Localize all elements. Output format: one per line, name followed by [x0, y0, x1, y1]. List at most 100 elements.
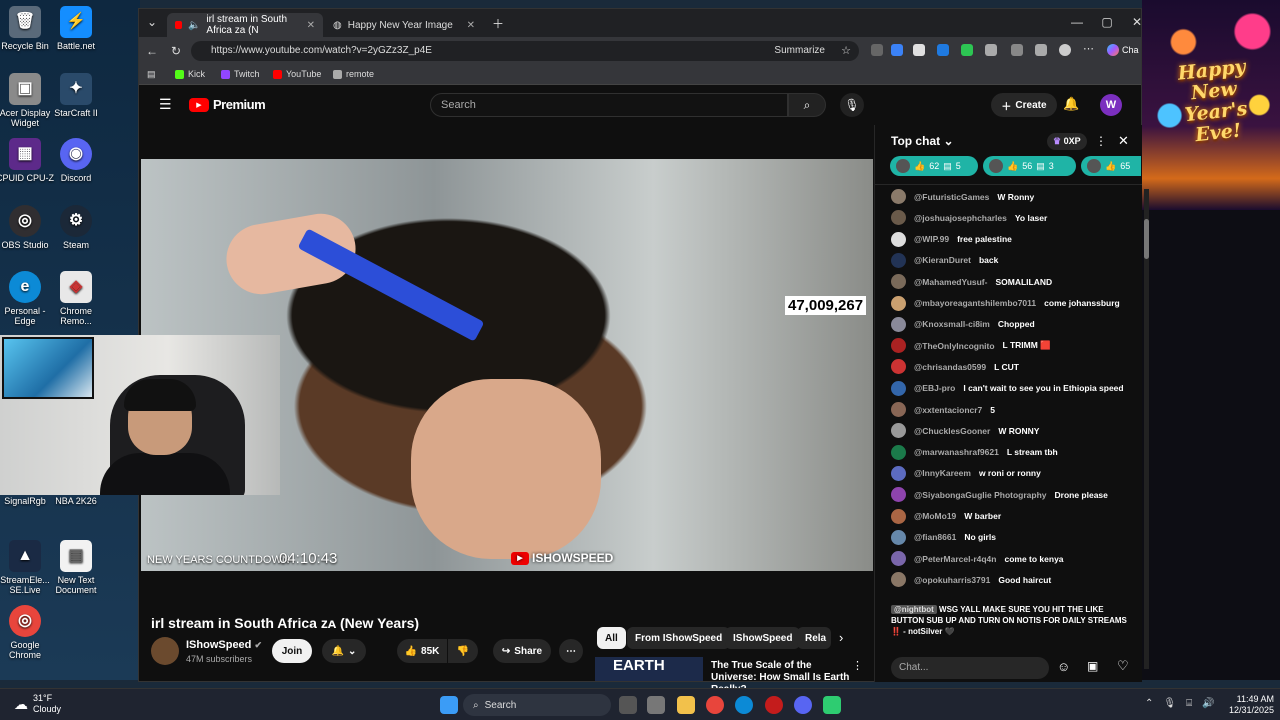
desktop-icon-new-text-document[interactable]: ▤ New Text Document: [46, 540, 106, 595]
chat-poll-card[interactable]: 👍 65: [1081, 156, 1141, 176]
chat-message[interactable]: @ChucklesGooner W RONNY: [891, 423, 1039, 439]
chat-poll-card[interactable]: 👍 56 ▤ 3: [983, 156, 1076, 176]
network-icon[interactable]: ⌸: [1186, 698, 1192, 709]
chat-message[interactable]: @xxtentacioncr7 5: [891, 402, 995, 417]
message-author[interactable]: @WIP.99: [914, 234, 949, 244]
search-input[interactable]: Search: [430, 93, 788, 117]
extension-icon[interactable]: [891, 44, 903, 56]
user-avatar[interactable]: [891, 402, 906, 417]
recommendation-thumbnail[interactable]: EARTH: [595, 657, 703, 681]
extensions-puzzle-icon[interactable]: [1011, 44, 1023, 56]
chat-message[interactable]: @KieranDuret back: [891, 252, 998, 268]
voice-search-button[interactable]: 🎙: [840, 93, 864, 117]
extension-icon[interactable]: [985, 44, 997, 56]
user-avatar[interactable]: [891, 572, 906, 588]
user-avatar[interactable]: [891, 295, 906, 311]
volume-icon[interactable]: 🔊: [1202, 698, 1214, 709]
message-author[interactable]: @TheOnlyIncognito: [914, 341, 995, 351]
chip-ishowspeed[interactable]: IShowSpeed: [725, 627, 801, 649]
message-author[interactable]: @joshuajosephcharles: [914, 213, 1007, 223]
chat-message[interactable]: @chrisandas0599 L CUT: [891, 359, 1019, 375]
maximize-button[interactable]: ▢: [1094, 15, 1120, 29]
recommendation-more-icon[interactable]: ⋮: [852, 659, 863, 672]
chat-scrollbar[interactable]: [1144, 189, 1149, 669]
notification-bell-dropdown[interactable]: 🔔 ⌄: [322, 639, 366, 663]
chat-message[interactable]: @MahamedYusuf- SOMALILAND: [891, 274, 1052, 290]
chat-message[interactable]: @EBJ-pro I can't wait to see you in Ethio…: [891, 380, 1124, 396]
super-chat-icon[interactable]: ▣: [1087, 659, 1098, 673]
user-avatar[interactable]: [891, 444, 906, 460]
message-author[interactable]: @ChucklesGooner: [914, 426, 990, 436]
desktop-icon-steam[interactable]: ⚙ Steam: [46, 205, 106, 250]
close-window-button[interactable]: ✕: [1124, 15, 1150, 29]
chat-message[interactable]: @marwanashraf9621 L stream tbh: [891, 444, 1058, 460]
user-avatar[interactable]: [891, 359, 906, 375]
user-avatar[interactable]: [891, 338, 906, 354]
message-author[interactable]: @PeterMarcel-r4q4n: [914, 554, 996, 564]
more-menu-icon[interactable]: ⋯: [1083, 42, 1095, 55]
like-button[interactable]: 👍 85K: [397, 639, 447, 663]
search-button[interactable]: ⌕: [788, 93, 826, 117]
chat-message[interactable]: @InnyKareem w roni or ronny: [891, 465, 1041, 481]
copilot-button[interactable]: Cha: [1107, 44, 1139, 56]
tab-youtube-stream[interactable]: 🔈 irl stream in South Africa za (N ✕: [167, 13, 323, 37]
user-avatar[interactable]: [891, 189, 906, 204]
user-avatar[interactable]: [891, 380, 906, 396]
user-avatar[interactable]: [891, 274, 906, 290]
message-author[interactable]: @fian8661: [914, 532, 956, 542]
edge-icon[interactable]: [735, 696, 753, 714]
speaker-icon[interactable]: 🔈: [188, 20, 200, 31]
message-author[interactable]: @MahamedYusuf-: [914, 277, 987, 287]
chip-all[interactable]: All: [597, 627, 626, 649]
discord-icon[interactable]: [794, 696, 812, 714]
join-button[interactable]: Join: [272, 639, 312, 663]
create-button[interactable]: ＋ Create: [991, 93, 1057, 117]
minimize-button[interactable]: —: [1064, 15, 1090, 29]
chip-from-ishowspeed[interactable]: From IShowSpeed: [627, 627, 731, 649]
chrome-icon[interactable]: [706, 696, 724, 714]
message-author[interactable]: @mbayoreagantshilembo7011: [914, 298, 1036, 308]
dislike-button[interactable]: 👎: [448, 639, 478, 663]
message-author[interactable]: @SiyabongaGuglie Photography: [914, 490, 1047, 500]
desktop-icon-discord[interactable]: ◉ Discord: [46, 138, 106, 183]
extension-icon[interactable]: [913, 44, 925, 56]
user-avatar[interactable]: [891, 316, 906, 332]
profile-avatar-icon[interactable]: [1059, 44, 1071, 56]
chat-message[interactable]: @mbayoreagantshilembo7011 come johanssbur…: [891, 295, 1120, 311]
chat-input[interactable]: Chat...: [891, 657, 1049, 679]
user-avatar[interactable]: [891, 508, 906, 524]
chat-message[interactable]: @Knoxsmall-ci8im Chopped: [891, 316, 1035, 332]
start-icon[interactable]: [440, 696, 458, 714]
chat-message[interactable]: @WIP.99 free palestine: [891, 231, 1012, 247]
chat-poll-card[interactable]: 👍 62 ▤ 5: [890, 156, 978, 176]
channel-name[interactable]: IShowSpeed ✔: [186, 639, 262, 651]
user-avatar[interactable]: [891, 252, 906, 268]
scrollbar-thumb[interactable]: [1144, 219, 1149, 259]
desktop-icon-google-chrome[interactable]: ◎ Google Chrome: [0, 605, 55, 660]
user-avatar[interactable]: [891, 231, 906, 247]
chat-message[interactable]: @fian8661 No girls: [891, 529, 996, 545]
bookmark-kick[interactable]: Kick: [175, 69, 205, 79]
notifications-bell-icon[interactable]: 🔔: [1063, 96, 1079, 112]
user-avatar[interactable]: [891, 210, 906, 226]
extension-icon[interactable]: [937, 44, 949, 56]
top-chat-selector[interactable]: Top chat ⌄: [891, 134, 954, 148]
chat-message[interactable]: @opokuharris3791 Good haircut: [891, 572, 1051, 588]
new-tab-button[interactable]: ＋: [485, 15, 511, 32]
extension-icon[interactable]: [961, 44, 973, 56]
url-field[interactable]: https://www.youtube.com/watch?v=2yGZz3Z_…: [191, 41, 859, 61]
file-explorer-icon[interactable]: [677, 696, 695, 714]
heart-icon[interactable]: ♡: [1117, 658, 1129, 674]
app-icon[interactable]: [823, 696, 841, 714]
xp-badge[interactable]: ♛ 0XP: [1047, 133, 1087, 150]
user-avatar[interactable]: [891, 465, 906, 481]
channel-avatar[interactable]: [151, 637, 179, 665]
back-icon[interactable]: ←: [139, 44, 165, 58]
message-author[interactable]: @xxtentacioncr7: [914, 405, 982, 415]
message-author[interactable]: @KieranDuret: [914, 255, 971, 265]
summarize-button[interactable]: Summarize: [774, 45, 825, 56]
favorites-icon[interactable]: [1035, 44, 1047, 56]
account-avatar[interactable]: W: [1100, 94, 1122, 116]
emoji-icon[interactable]: ☺: [1057, 659, 1070, 674]
task-view-icon[interactable]: [619, 696, 637, 714]
